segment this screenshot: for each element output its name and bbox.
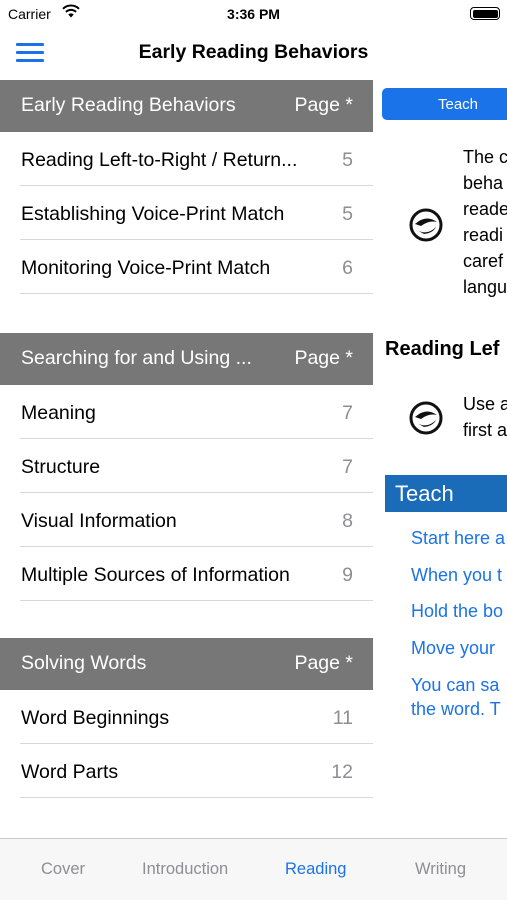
use-line: Use a bbox=[463, 394, 507, 414]
battery-icon bbox=[470, 7, 500, 20]
toc-row[interactable]: Multiple Sources of Information 9 bbox=[0, 547, 373, 601]
intro-line: beha bbox=[463, 173, 504, 193]
intro-line: readi bbox=[463, 225, 504, 245]
tab-introduction[interactable]: Introduction bbox=[142, 860, 228, 879]
toc-row[interactable]: Meaning 7 bbox=[0, 385, 373, 439]
segment-label: Teach bbox=[437, 96, 479, 113]
teach-item[interactable]: You can sa bbox=[411, 673, 499, 697]
toc-row[interactable]: Word Beginnings 11 bbox=[0, 690, 373, 744]
toc-row-label: Visual Information bbox=[21, 510, 177, 532]
toc-row-page: 5 bbox=[342, 203, 353, 225]
intro-line: The c bbox=[463, 147, 507, 167]
toc-row-page: 12 bbox=[331, 761, 353, 783]
section-title: Searching for and Using ... bbox=[21, 347, 252, 369]
swirl-icon bbox=[409, 401, 443, 435]
tab-cover[interactable]: Cover bbox=[41, 860, 85, 879]
intro-line: langu bbox=[463, 277, 507, 297]
detail-panel: Teach The c beha reade readi caref langu… bbox=[373, 80, 507, 838]
toc-row-page: 11 bbox=[332, 707, 353, 729]
section-header-early-reading-behaviors: Early Reading Behaviors Page * bbox=[0, 80, 373, 132]
teach-item[interactable]: When you t bbox=[411, 563, 502, 587]
toc-row-label: Multiple Sources of Information bbox=[21, 564, 290, 586]
toc-row-page: 8 bbox=[342, 510, 353, 532]
toc-row[interactable]: Reading Left-to-Right / Return... 5 bbox=[0, 132, 373, 186]
toc-row-label: Meaning bbox=[21, 402, 96, 424]
section-page-label: Page * bbox=[294, 94, 353, 116]
section-page-label: Page * bbox=[294, 347, 353, 369]
toc-row-label: Word Parts bbox=[21, 761, 119, 783]
use-text: Use a first a bbox=[463, 391, 507, 443]
navigation-bar: Early Reading Behaviors bbox=[0, 28, 507, 80]
table-of-contents: Early Reading Behaviors Page * Reading L… bbox=[0, 80, 373, 838]
use-line: first a bbox=[463, 420, 507, 440]
tab-writing[interactable]: Writing bbox=[415, 860, 466, 879]
page-title: Early Reading Behaviors bbox=[138, 41, 369, 63]
tab-bar: Cover Introduction Reading Writing bbox=[0, 838, 507, 900]
toc-row-label: Establishing Voice-Print Match bbox=[21, 203, 285, 225]
toc-row-page: 7 bbox=[342, 456, 353, 478]
teach-section-bar: Teach bbox=[385, 475, 507, 512]
toc-row[interactable]: Monitoring Voice-Print Match 6 bbox=[0, 240, 373, 294]
intro-line: reade bbox=[463, 199, 507, 219]
toc-row-label: Structure bbox=[21, 456, 101, 478]
section-title: Solving Words bbox=[21, 652, 147, 674]
section-title: Early Reading Behaviors bbox=[21, 94, 236, 116]
toc-row-label: Reading Left-to-Right / Return... bbox=[21, 149, 298, 171]
teach-item[interactable]: the word. T bbox=[411, 697, 501, 721]
toc-row-page: 9 bbox=[342, 564, 353, 586]
teach-item[interactable]: Hold the bo bbox=[411, 599, 503, 623]
section-page-label: Page * bbox=[294, 652, 353, 674]
toc-row[interactable]: Structure 7 bbox=[0, 439, 373, 493]
teach-bar-label: Teach bbox=[395, 481, 454, 506]
toc-row-page: 5 bbox=[342, 149, 353, 171]
toc-row-label: Word Beginnings bbox=[21, 707, 170, 729]
swirl-icon bbox=[409, 208, 443, 242]
section-header-searching: Searching for and Using ... Page * bbox=[0, 333, 373, 385]
tab-reading[interactable]: Reading bbox=[285, 860, 346, 879]
teach-item[interactable]: Move your bbox=[411, 636, 495, 660]
section-heading: Reading Lef bbox=[385, 338, 500, 360]
status-bar: Carrier 3:36 PM bbox=[0, 0, 507, 28]
teach-segment-button[interactable]: Teach bbox=[382, 88, 507, 120]
toc-row[interactable]: Visual Information 8 bbox=[0, 493, 373, 547]
teach-item[interactable]: Start here a bbox=[411, 526, 505, 550]
toc-row-page: 7 bbox=[342, 402, 353, 424]
intro-text: The c beha reade readi caref langu bbox=[463, 144, 507, 300]
toc-row-label: Monitoring Voice-Print Match bbox=[21, 257, 271, 279]
toc-row-page: 6 bbox=[342, 257, 353, 279]
section-header-solving-words: Solving Words Page * bbox=[0, 638, 373, 690]
intro-line: caref bbox=[463, 251, 504, 271]
toc-row[interactable]: Word Parts 12 bbox=[0, 744, 373, 798]
toc-row[interactable]: Establishing Voice-Print Match 5 bbox=[0, 186, 373, 240]
status-time: 3:36 PM bbox=[227, 6, 280, 22]
